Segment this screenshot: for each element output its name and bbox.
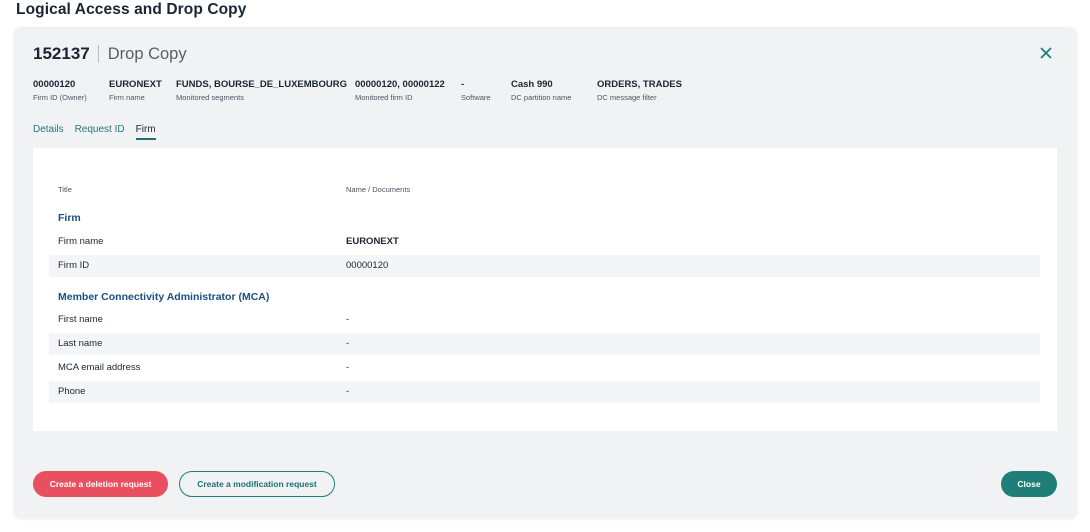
info-label: Monitored firm ID bbox=[355, 93, 413, 102]
drop-copy-detail-panel: 152137 Drop Copy 00000120 Firm ID (Owner… bbox=[14, 27, 1077, 518]
info-label: Monitored segments bbox=[176, 93, 244, 102]
section-title-firm: Firm bbox=[58, 212, 81, 224]
table-row: Firm ID 00000120 bbox=[49, 255, 1040, 277]
info-label: DC message filter bbox=[597, 93, 657, 102]
row-value: - bbox=[346, 338, 350, 349]
create-modification-request-button[interactable]: Create a modification request bbox=[179, 471, 335, 497]
info-dc-message-filter: ORDERS, TRADES DC message filter bbox=[597, 79, 682, 103]
column-header-name: Name / Documents bbox=[346, 185, 411, 194]
row-label: Last name bbox=[58, 338, 103, 349]
info-dc-partition: Cash 990 DC partition name bbox=[511, 79, 571, 103]
detail-tabs: Details Request ID Firm bbox=[33, 124, 167, 140]
table-row: Last name - bbox=[49, 333, 1040, 355]
row-value: - bbox=[346, 362, 350, 373]
info-firm-name: EURONEXT Firm name bbox=[109, 79, 162, 103]
table-row: MCA email address - bbox=[49, 357, 1040, 379]
row-value: - bbox=[346, 314, 350, 325]
info-software: - Software bbox=[461, 79, 491, 103]
request-type-heading: Drop Copy bbox=[107, 44, 187, 63]
create-deletion-request-button[interactable]: Create a deletion request bbox=[33, 471, 168, 497]
row-label: First name bbox=[58, 314, 103, 325]
tab-firm[interactable]: Firm bbox=[135, 124, 156, 140]
info-value: 00000120 bbox=[33, 79, 76, 90]
row-label: Firm ID bbox=[58, 260, 90, 271]
tab-details[interactable]: Details bbox=[33, 124, 64, 140]
row-value: - bbox=[346, 386, 350, 397]
info-value: 00000120, 00000122 bbox=[355, 79, 445, 90]
close-icon[interactable] bbox=[1038, 45, 1054, 61]
close-button[interactable]: Close bbox=[1001, 471, 1057, 497]
row-value: EURONEXT bbox=[346, 236, 399, 247]
section-title-mca: Member Connectivity Administrator (MCA) bbox=[58, 291, 270, 303]
info-value: EURONEXT bbox=[109, 79, 162, 90]
header-divider bbox=[97, 45, 99, 63]
row-label: Firm name bbox=[58, 236, 104, 247]
info-value: ORDERS, TRADES bbox=[597, 79, 682, 90]
table-row: Phone - bbox=[49, 381, 1040, 403]
firm-table-card: Title Name / Documents Firm Firm name EU… bbox=[33, 148, 1057, 431]
request-id-heading: 152137 bbox=[33, 44, 90, 63]
info-firm-id: 00000120 Firm ID (Owner) bbox=[33, 79, 87, 103]
info-value: Cash 990 bbox=[511, 79, 553, 90]
table-row: Firm name EURONEXT bbox=[49, 231, 1040, 253]
info-label: Firm name bbox=[109, 93, 145, 102]
tab-request-id[interactable]: Request ID bbox=[75, 124, 125, 140]
info-label: DC partition name bbox=[511, 93, 572, 102]
table-row: First name - bbox=[49, 309, 1040, 331]
panel-header: 152137 Drop Copy bbox=[33, 43, 187, 65]
info-label: Software bbox=[461, 93, 491, 102]
column-header-title: Title bbox=[58, 185, 72, 194]
info-monitored-firm-id: 00000120, 00000122 Monitored firm ID bbox=[355, 79, 445, 103]
page-title: Logical Access and Drop Copy bbox=[16, 1, 247, 18]
info-monitored-segments: FUNDS, BOURSE_DE_LUXEMBOURG Monitored se… bbox=[176, 79, 347, 103]
info-label: Firm ID (Owner) bbox=[33, 93, 87, 102]
row-value: 00000120 bbox=[346, 260, 389, 271]
info-value: - bbox=[461, 79, 465, 90]
row-label: MCA email address bbox=[58, 362, 141, 373]
info-value: FUNDS, BOURSE_DE_LUXEMBOURG bbox=[176, 79, 348, 90]
row-label: Phone bbox=[58, 386, 86, 397]
